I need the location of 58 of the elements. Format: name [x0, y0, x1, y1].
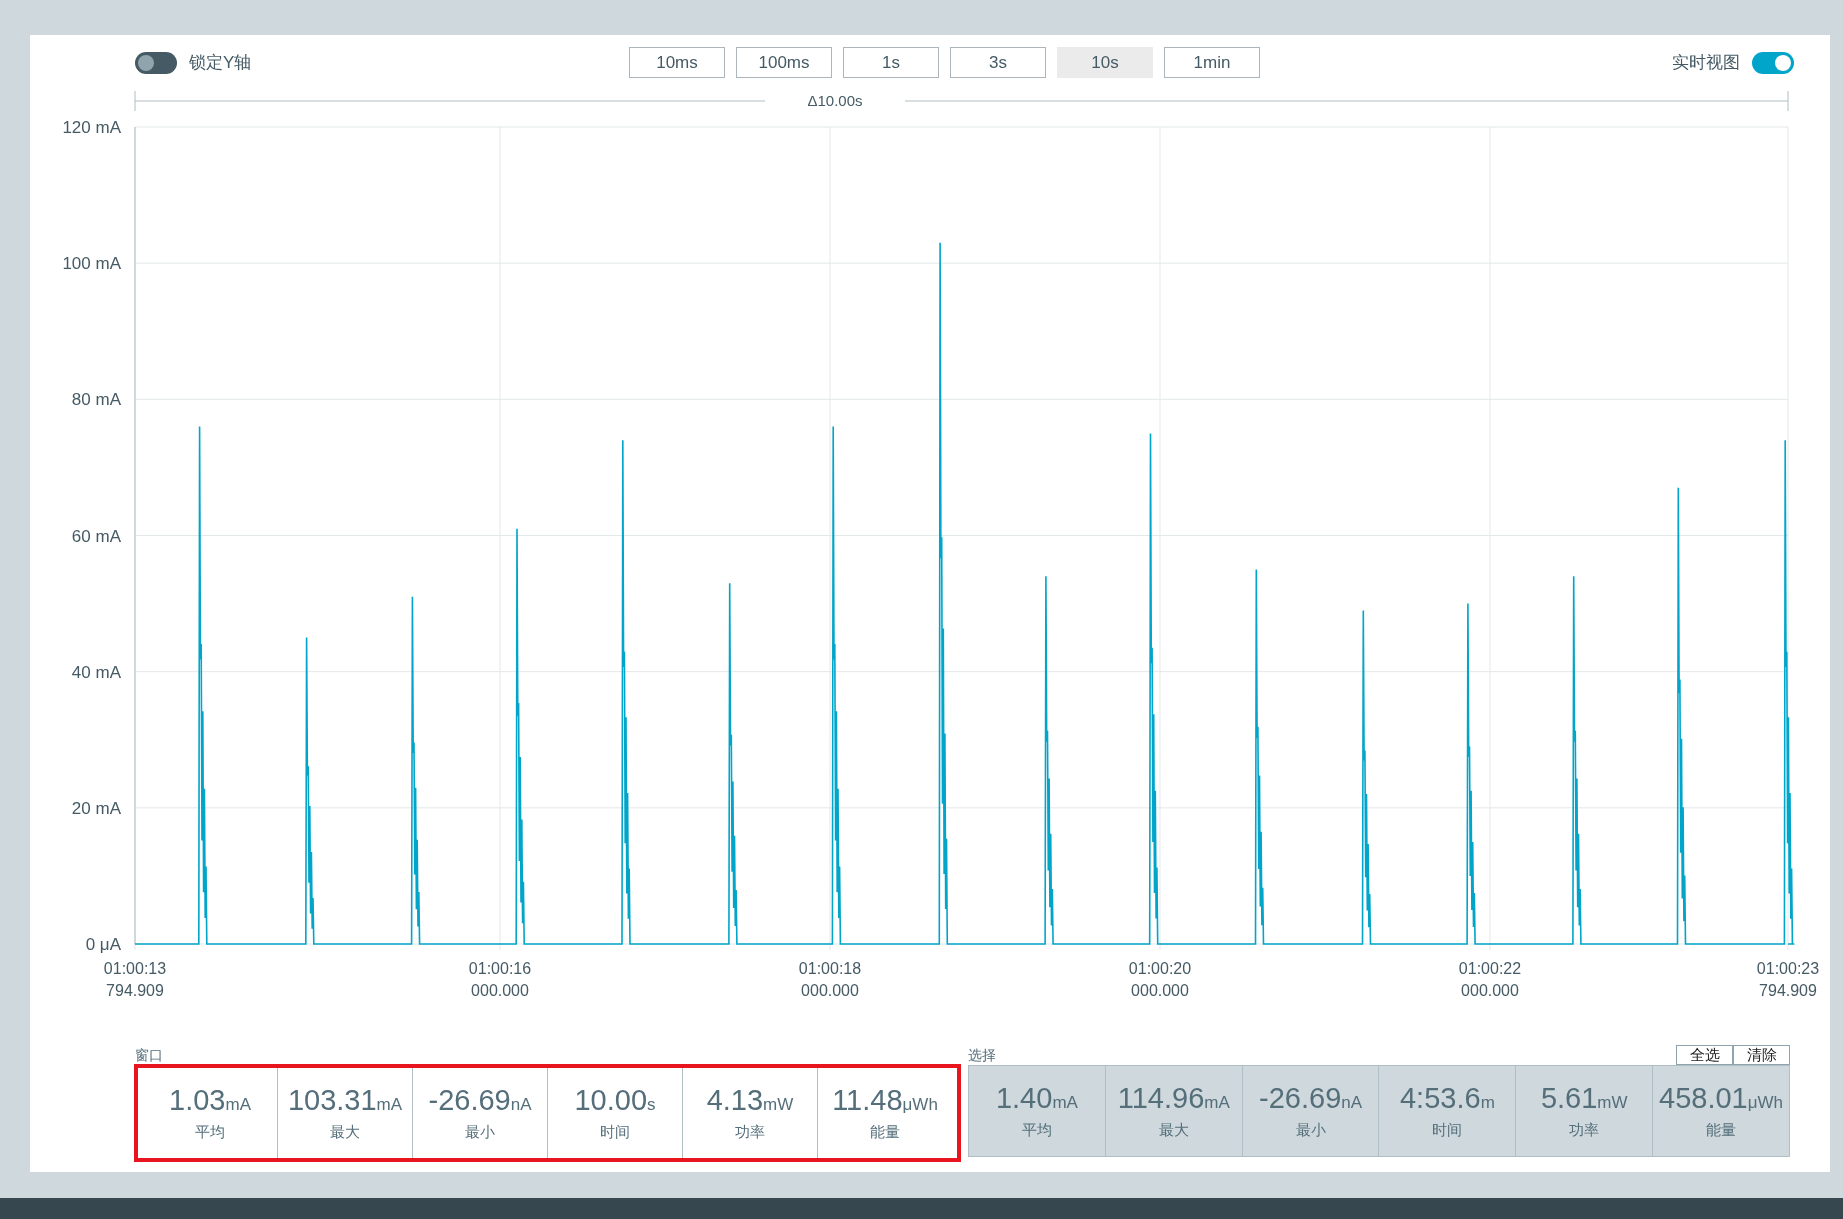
stat-value: 11.48μWh [832, 1084, 938, 1117]
toggle-switch[interactable] [1752, 51, 1794, 74]
y-axis-label: 100 mA [62, 254, 121, 274]
x-axis-time: 01:00:16 [468, 960, 532, 977]
x-axis-time: 01:00:20 [1128, 960, 1192, 977]
x-axis-fraction: 794.909 [106, 982, 164, 999]
stat-value: 458.01μWh [1659, 1082, 1784, 1115]
stat-label: 最大 [330, 1123, 360, 1142]
stat-value: 4.13mW [706, 1084, 794, 1117]
x-axis-time: 01:00:23 [1756, 960, 1820, 977]
stat-label: 功率 [1569, 1121, 1600, 1140]
stat-label: 能量 [1706, 1121, 1737, 1140]
toggle-label: 实时视图 [1672, 52, 1740, 74]
x-axis-fraction: 794.909 [1759, 982, 1817, 999]
stat-value: -26.69nA [428, 1084, 532, 1117]
section-title: 窗口 [135, 1047, 163, 1065]
x-axis-fraction: 000.000 [1461, 982, 1519, 999]
x-axis-time: 01:00:22 [1458, 960, 1522, 977]
selection-button[interactable]: 清除 [1733, 1045, 1790, 1065]
timespan-button[interactable]: 10ms [629, 47, 725, 78]
x-axis-time: 01:00:13 [103, 960, 167, 977]
y-axis-label: 0 μA [85, 935, 121, 954]
y-axis-label: 80 mA [71, 390, 121, 410]
timespan-button[interactable]: 3s [950, 47, 1046, 78]
timespan-button[interactable]: 100ms [736, 47, 832, 78]
x-axis-time: 01:00:18 [798, 960, 862, 977]
timespan-button[interactable]: 1min [1164, 47, 1260, 78]
stat-value: 5.61mW [1540, 1082, 1628, 1115]
range-label: Δ10.00s [807, 92, 863, 109]
x-axis-fraction: 000.000 [471, 982, 529, 999]
stat-label: 功率 [735, 1123, 765, 1142]
y-axis-label: 40 mA [71, 662, 121, 682]
y-axis-label: 120 mA [62, 118, 121, 137]
stat-value: -26.69nA [1259, 1082, 1363, 1115]
stat-label: 能量 [870, 1123, 900, 1142]
stat-label: 时间 [600, 1123, 630, 1142]
timespan-button[interactable]: 1s [843, 47, 939, 78]
stat-label: 最小 [465, 1123, 495, 1142]
stat-value: 103.31mA [287, 1084, 403, 1117]
stat-label: 最小 [1295, 1121, 1326, 1140]
stat-value: 1.03mA [169, 1084, 251, 1117]
x-axis-fraction: 000.000 [1131, 982, 1189, 999]
stat-value: 114.96mA [1117, 1082, 1230, 1115]
stat-label: 时间 [1432, 1121, 1463, 1140]
stat-label: 平均 [1021, 1121, 1052, 1140]
toggle-label: 锁定Y轴 [189, 52, 252, 74]
selection-button[interactable]: 全选 [1676, 1045, 1733, 1065]
toggle-switch[interactable] [135, 51, 177, 74]
section-title: 选择 [968, 1047, 996, 1065]
y-axis-label: 20 mA [71, 798, 121, 818]
x-axis-fraction: 000.000 [801, 982, 859, 999]
y-axis-label: 60 mA [71, 526, 121, 546]
timespan-button[interactable]: 10s [1057, 47, 1153, 78]
stat-value: 1.40mA [995, 1082, 1078, 1115]
stat-label: 平均 [195, 1123, 225, 1142]
stat-value: 4:53.6m [1400, 1082, 1495, 1115]
stat-value: 10.00s [574, 1084, 656, 1117]
stat-label: 最大 [1158, 1121, 1189, 1140]
